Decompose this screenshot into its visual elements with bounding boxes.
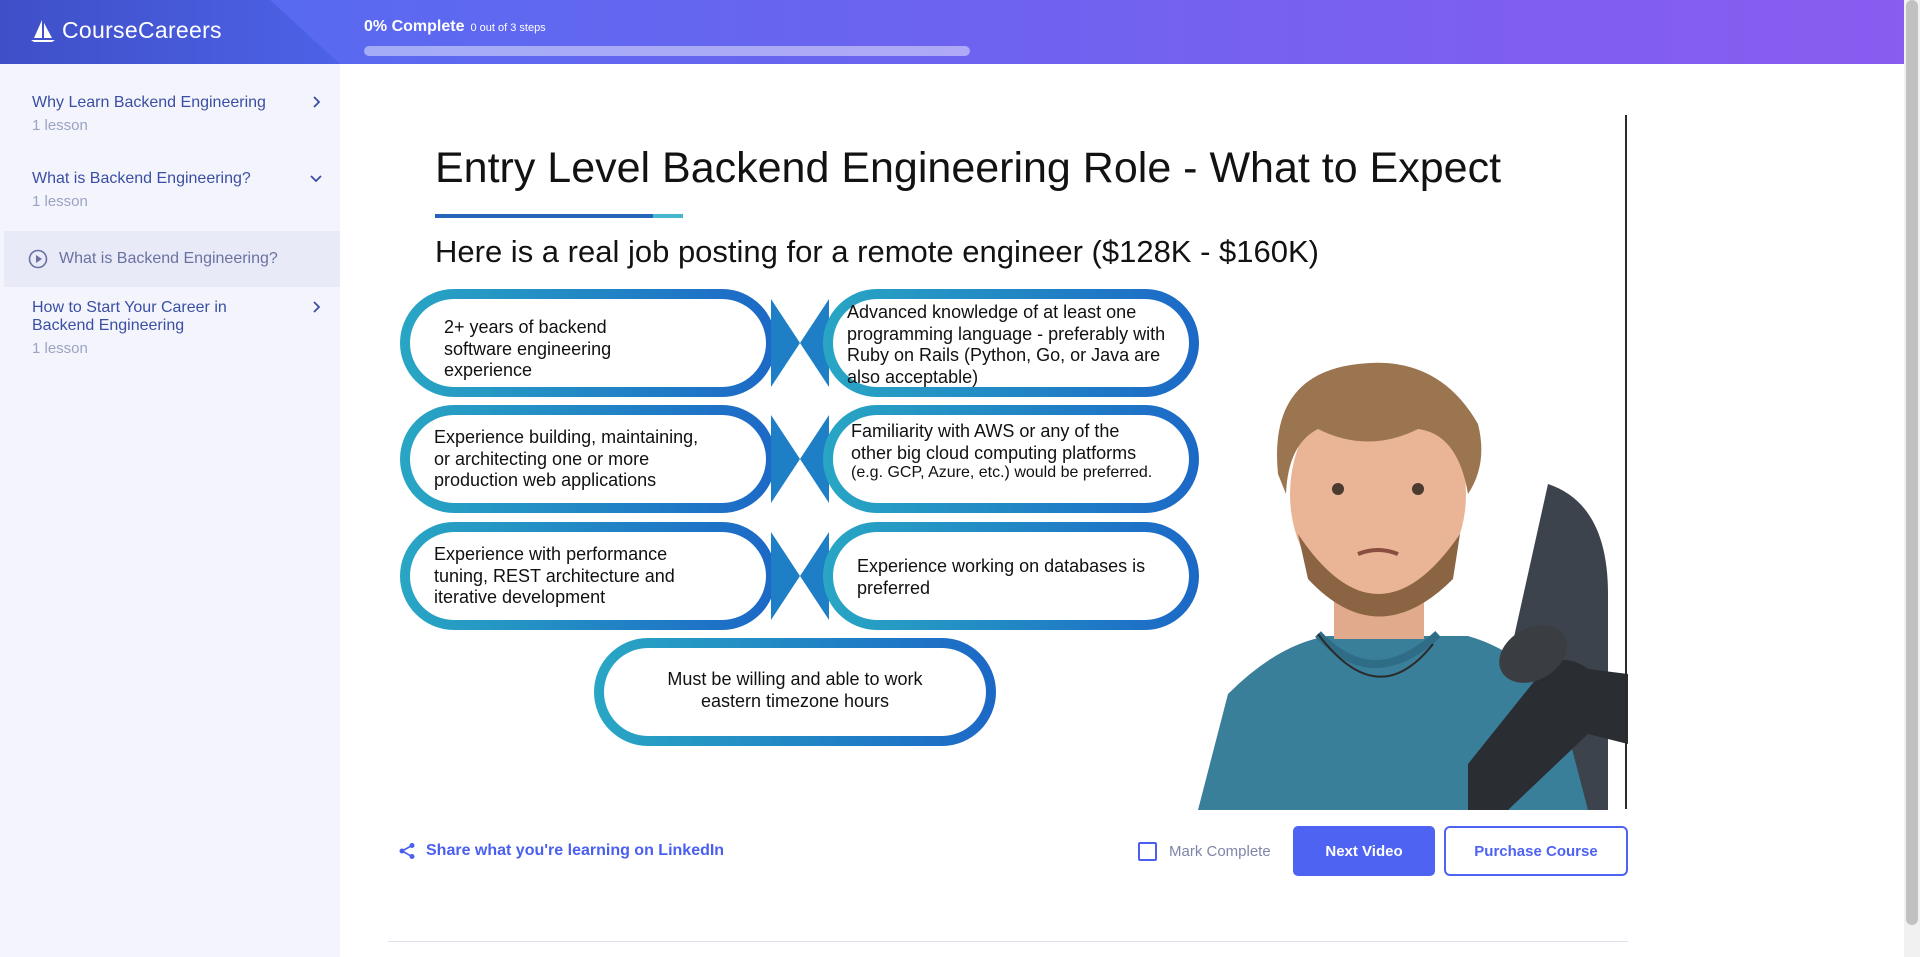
checkbox-icon xyxy=(1138,842,1157,861)
requirement-text: Experience building, maintaining, or arc… xyxy=(434,427,699,490)
section-lesson-count: 1 lesson xyxy=(32,117,88,134)
play-circle-icon xyxy=(28,249,48,269)
requirement-text: Must be willing and able to work eastern… xyxy=(667,669,923,711)
requirement-text-note: (e.g. GCP, Azure, etc.) would be preferr… xyxy=(851,464,1153,481)
presenter-image xyxy=(1198,362,1628,810)
scrollbar-thumb[interactable] xyxy=(1906,0,1918,925)
requirement-pill: Familiarity with AWS or any of the other… xyxy=(823,405,1199,513)
requirement-pill: Advanced knowledge of at least one progr… xyxy=(823,289,1199,397)
logo-icon xyxy=(31,19,55,42)
video-player[interactable]: Entry Level Backend Engineering Role - W… xyxy=(388,114,1628,810)
next-video-button[interactable]: Next Video xyxy=(1293,826,1435,876)
logo-area: CourseCareers xyxy=(0,0,340,64)
lesson-title: What is Backend Engineering? xyxy=(59,250,278,267)
progress-percent: 0% Complete xyxy=(364,18,465,35)
course-progress: 0% Complete 0 out of 3 steps xyxy=(364,18,970,56)
video-frame-edge xyxy=(1625,115,1627,809)
lesson-item-active[interactable]: What is Backend Engineering? xyxy=(4,231,340,287)
pill-connector xyxy=(771,532,829,620)
section-lesson-count: 1 lesson xyxy=(32,340,88,357)
purchase-course-button[interactable]: Purchase Course xyxy=(1444,826,1628,876)
requirement-text: Advanced knowledge of at least one progr… xyxy=(847,302,1166,387)
share-linkedin-link[interactable]: Share what you're learning on LinkedIn xyxy=(398,842,724,860)
brand-name: CourseCareers xyxy=(62,17,222,43)
page-scrollbar[interactable] xyxy=(1904,0,1920,957)
content-divider xyxy=(388,941,1628,942)
requirement-pill: Experience with performance tuning, REST… xyxy=(400,522,776,630)
requirement-pill: Experience working on databases is prefe… xyxy=(823,522,1199,630)
brand-logo[interactable]: CourseCareers xyxy=(30,17,222,44)
slide-title: Entry Level Backend Engineering Role - W… xyxy=(435,144,1502,192)
section-title: What is Backend Engineering? xyxy=(32,170,251,187)
progress-steps: 0 out of 3 steps xyxy=(470,22,546,34)
pill-connector xyxy=(771,299,829,387)
section-title: How to Start Your Career in Backend Engi… xyxy=(32,299,227,334)
section-lesson-count: 1 lesson xyxy=(32,193,88,210)
share-icon xyxy=(399,843,415,859)
share-label: Share what you're learning on LinkedIn xyxy=(426,842,725,859)
pill-connector xyxy=(771,415,829,503)
chevron-right-icon xyxy=(313,96,321,108)
top-bar: CourseCareers 0% Complete 0 out of 3 step… xyxy=(0,0,1920,64)
progress-bar xyxy=(364,46,970,56)
section-title: Why Learn Backend Engineering xyxy=(32,94,266,111)
requirement-pill: Experience building, maintaining, or arc… xyxy=(400,405,776,513)
title-underline xyxy=(435,214,653,218)
slide-subtitle: Here is a real job posting for a remote … xyxy=(435,234,1319,269)
requirement-text: 2+ years of backend software engineering… xyxy=(444,317,612,380)
requirement-text: Familiarity with AWS or any of the other… xyxy=(851,421,1137,463)
sidebar-section-how-to-start[interactable]: How to Start Your Career in Backend Engi… xyxy=(0,299,340,369)
mark-complete-label: Mark Complete xyxy=(1169,843,1271,860)
chevron-down-icon xyxy=(310,175,322,183)
requirement-pill: Must be willing and able to work eastern… xyxy=(594,638,996,746)
requirement-text: Experience working on databases is prefe… xyxy=(857,556,1146,598)
sidebar-section-why-learn[interactable]: Why Learn Backend Engineering 1 lesson xyxy=(0,94,340,144)
sidebar-section-what-is[interactable]: What is Backend Engineering? 1 lesson xyxy=(0,170,340,220)
mark-complete-checkbox[interactable]: Mark Complete xyxy=(1138,842,1271,861)
chevron-right-icon xyxy=(313,301,321,313)
title-underline-accent xyxy=(653,214,683,218)
requirement-pill: 2+ years of backend software engineering… xyxy=(400,289,776,397)
course-sidebar: Why Learn Backend Engineering 1 lesson W… xyxy=(0,64,340,957)
requirement-text: Experience with performance tuning, REST… xyxy=(434,544,675,607)
